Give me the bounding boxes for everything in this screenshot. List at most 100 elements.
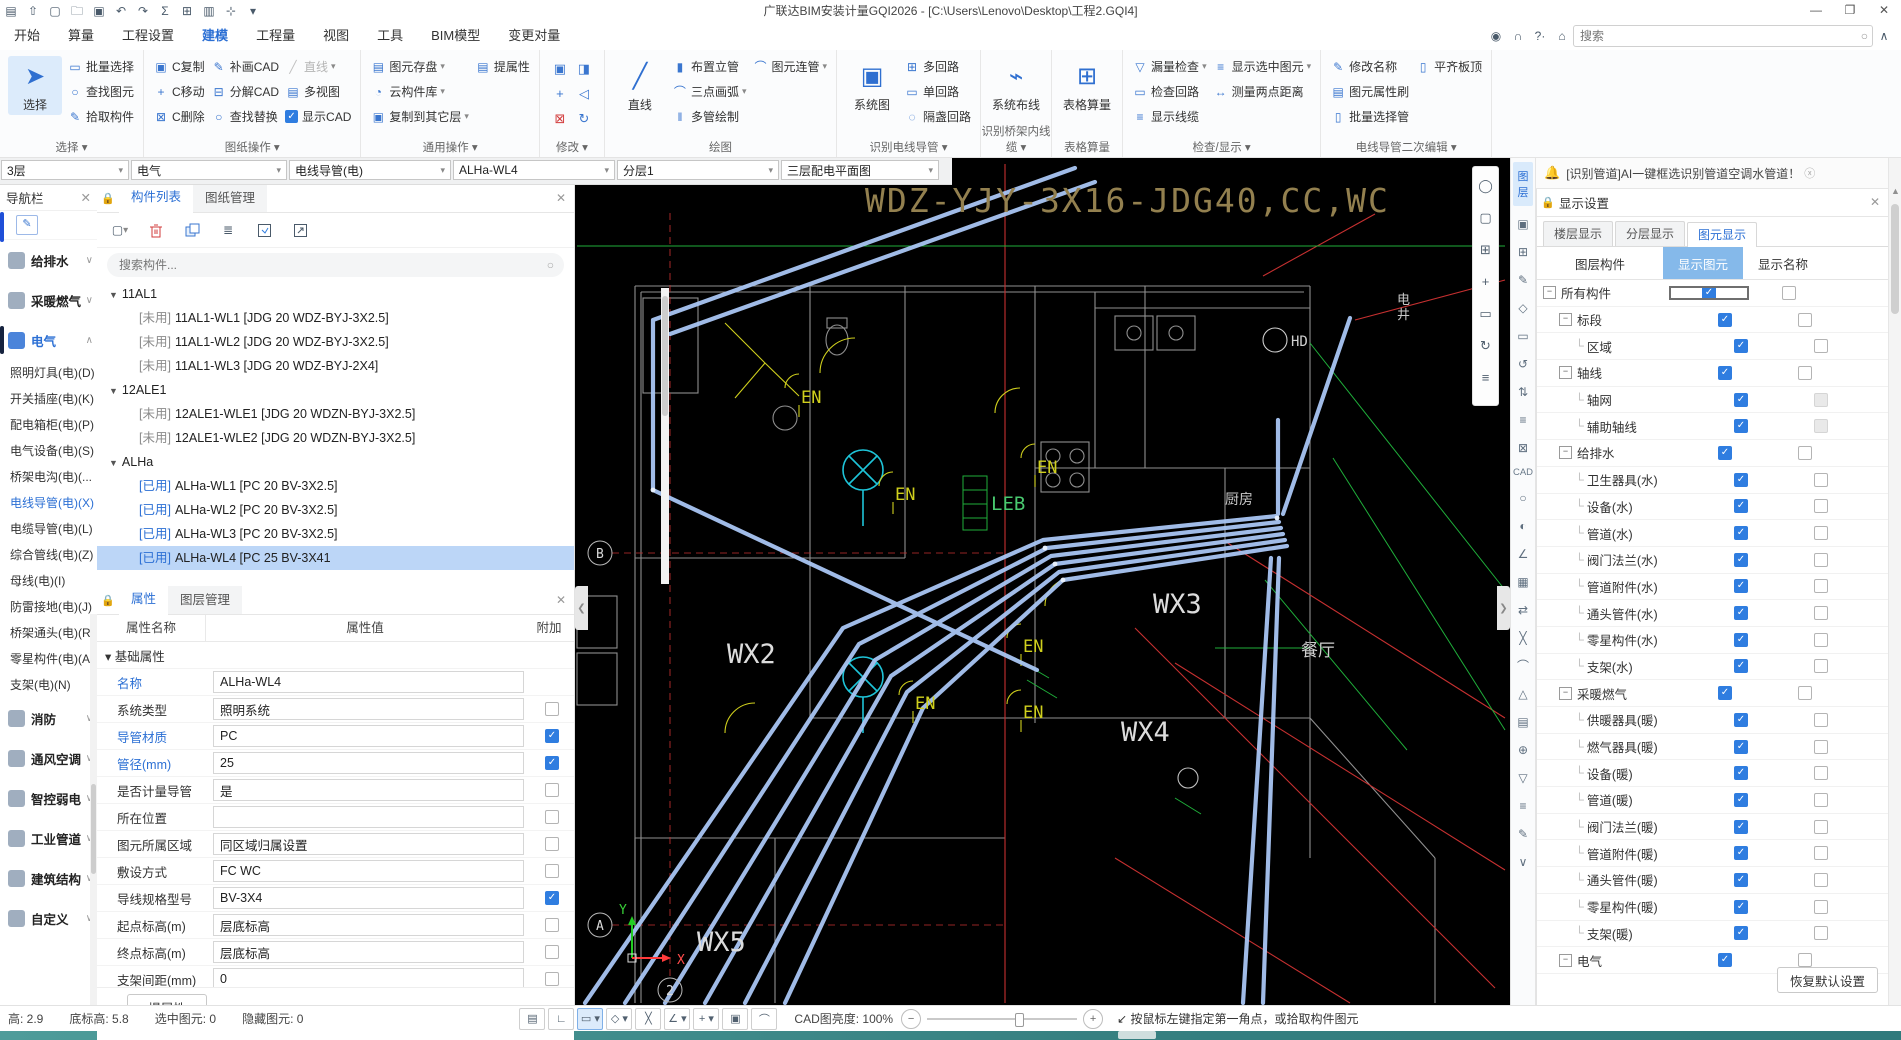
tree-item[interactable]: [已用] ALHa-WL1 [PC 20 BV-3X2.5]	[97, 474, 574, 498]
quick-tool-icon-0[interactable]: ◯	[1478, 171, 1493, 203]
tree-group-11AL1[interactable]: ▼ 11AL1	[97, 282, 574, 306]
ribbon-item-显示CAD[interactable]: ✓ 显示CAD	[285, 104, 351, 129]
tab-建模[interactable]: 建模	[188, 22, 242, 50]
show-name-checkbox[interactable]	[1814, 846, 1828, 861]
properties-close-icon[interactable]: ✕	[556, 593, 566, 607]
display-row-轴网[interactable]: └ 轴网 ✓	[1537, 387, 1888, 414]
collapse-minus-icon[interactable]: −	[1559, 446, 1572, 460]
tab-开始[interactable]: 开始	[0, 22, 54, 50]
show-element-checkbox[interactable]: ✓	[1734, 819, 1748, 834]
nav-item-防雷接地(电)(J)[interactable]: 防雷接地(电)(J)	[0, 594, 97, 620]
show-element-checkbox[interactable]: ✓	[1734, 766, 1748, 781]
display-row-区域[interactable]: └ 区域 ✓	[1537, 333, 1888, 361]
tab-BIM模型[interactable]: BIM模型	[417, 22, 494, 50]
col-show-element[interactable]: 显示图元	[1663, 247, 1743, 279]
collapse-left-panel-tab[interactable]: ❮	[575, 586, 588, 630]
nav-group-给排水[interactable]: 给排水 ∨	[0, 240, 97, 280]
brightness-plus-icon[interactable]: +	[1083, 1008, 1104, 1029]
dock-icon-bottom-7[interactable]: △	[1511, 680, 1535, 708]
show-element-checkbox[interactable]: ✓	[1734, 926, 1748, 941]
dock-icon-bottom-8[interactable]: ▤	[1511, 708, 1535, 736]
restore-default-button[interactable]: 恢复默认设置	[1776, 967, 1878, 993]
show-element-checkbox[interactable]: ✓	[1718, 686, 1732, 701]
attach-checkbox[interactable]	[545, 945, 559, 959]
ribbon-item-C复制[interactable]: ▣ C复制	[153, 54, 204, 79]
show-element-checkbox[interactable]: ✓	[1734, 392, 1748, 407]
dock-icon-top-3[interactable]: ◇	[1511, 294, 1535, 322]
ribbon-item-图元连管[interactable]: ⌒ 图元连管 ▾	[752, 54, 827, 79]
display-row-轴线[interactable]: − 轴线 ✓	[1537, 360, 1888, 387]
quick-tool-icon-2[interactable]: ⊞	[1480, 235, 1491, 267]
components-tab-构件列表[interactable]: 构件列表	[119, 183, 194, 213]
brightness-slider-knob[interactable]	[1015, 1012, 1025, 1027]
components-tab-图纸管理[interactable]: 图纸管理	[193, 184, 268, 212]
display-row-管道附件(暖)[interactable]: └ 管道附件(暖) ✓	[1537, 840, 1888, 868]
global-search-input[interactable]	[1578, 28, 1861, 44]
collapse-minus-icon[interactable]: −	[1559, 686, 1572, 700]
display-scrollbar[interactable]: ▲	[1888, 158, 1901, 1005]
brightness-slider[interactable]	[927, 1012, 1078, 1027]
user-icon[interactable]: ◉	[1486, 27, 1506, 45]
display-tab-图元显示[interactable]: 图元显示	[1687, 222, 1758, 247]
ribbon-group-label[interactable]: 表格算量	[1052, 139, 1122, 155]
dock-icon-bottom-5[interactable]: ╳	[1511, 624, 1535, 652]
sort-icon[interactable]: ≣	[215, 218, 241, 242]
context-dropdown-0[interactable]: 3层 ▾	[1, 160, 129, 180]
ribbon-item-多管绘制[interactable]: ‖ 多管绘制	[672, 104, 747, 129]
quick-tool-icon-3[interactable]: +	[1482, 267, 1490, 299]
col-show-name[interactable]: 显示名称	[1743, 247, 1823, 279]
nav-group-通风空调[interactable]: 通风空调∨	[0, 738, 97, 778]
ribbon-item-单回路[interactable]: ▭ 单回路	[904, 79, 971, 104]
display-row-设备(暖)[interactable]: └ 设备(暖) ✓	[1537, 760, 1888, 788]
dock-icon-bottom-13[interactable]: ∨	[1511, 848, 1535, 876]
context-dropdown-1[interactable]: 电气 ▾	[131, 160, 287, 180]
attach-checkbox[interactable]	[545, 918, 559, 932]
ribbon-item-云构件库[interactable]: ◔ 云构件库 ▾	[370, 79, 469, 104]
close-button[interactable]: ✕	[1867, 0, 1901, 22]
ribbon-group-label[interactable]: 识别桥架内线缆 ▾	[981, 123, 1051, 155]
expand-triangle-icon[interactable]: ▼	[109, 379, 118, 403]
tab-视图[interactable]: 视图	[309, 22, 363, 50]
tree-item[interactable]: [已用] ALHa-WL3 [PC 20 BV-3X2.5]	[97, 522, 574, 546]
show-element-checkbox[interactable]: ✓	[1734, 499, 1748, 514]
status-tool-icon-6[interactable]: + ▾	[693, 1007, 720, 1030]
show-element-checkbox[interactable]: ✓	[1734, 712, 1748, 727]
property-value-field[interactable]: BV-3X4	[213, 887, 524, 909]
show-element-checkbox[interactable]: ✓	[1734, 632, 1748, 647]
attach-checkbox[interactable]	[545, 702, 559, 716]
new-component-icon[interactable]: ▢ ▾	[107, 218, 133, 242]
property-value-field[interactable]: PC	[213, 725, 524, 747]
dock-icon-bottom-9[interactable]: ⊕	[1511, 736, 1535, 764]
attach-checkbox[interactable]	[545, 783, 559, 797]
tree-item[interactable]: [未用] 11AL1-WL2 [JDG 20 WDZ-BYJ-3X2.5]	[97, 330, 574, 354]
nav-item-电气设备(电)(S)[interactable]: 电气设备(电)(S)	[0, 438, 97, 464]
display-row-供暖器具(暖)[interactable]: └ 供暖器具(暖) ✓	[1537, 707, 1888, 734]
show-name-checkbox[interactable]	[1814, 739, 1828, 754]
tree-group-ALHa[interactable]: ▼ ALHa	[97, 450, 574, 474]
ribbon-item-漏量检查[interactable]: ▽ 漏量检查 ▾	[1132, 54, 1206, 79]
show-name-checkbox[interactable]	[1798, 686, 1812, 701]
show-name-checkbox[interactable]	[1814, 899, 1828, 914]
property-value-field[interactable]: 0	[213, 968, 524, 987]
show-name-checkbox[interactable]	[1814, 339, 1828, 354]
quick-tool-icon-6[interactable]: ≡	[1482, 363, 1490, 395]
nav-item-电缆导管(电)(L)[interactable]: 电缆导管(电)(L)	[0, 516, 97, 542]
show-element-checkbox[interactable]: ✓	[1702, 285, 1716, 300]
property-value-field[interactable]: 25	[213, 752, 524, 774]
dock-icon-top-4[interactable]: ▭	[1511, 322, 1535, 350]
dock-icon-top-2[interactable]: ✎	[1511, 266, 1535, 294]
ribbon-item-补画CAD[interactable]: ✎ 补画CAD	[211, 54, 279, 79]
nav-scrollbar[interactable]	[90, 614, 97, 1005]
display-row-阀门法兰(水)[interactable]: └ 阀门法兰(水) ✓	[1537, 547, 1888, 574]
dock-icon-bottom-10[interactable]: ▽	[1511, 764, 1535, 792]
display-row-卫生器具(水)[interactable]: └ 卫生器具(水) ✓	[1537, 467, 1888, 494]
property-group-row[interactable]: ▾ 基础属性	[97, 642, 574, 669]
nav-item-开关插座(电)(K)[interactable]: 开关插座(电)(K)	[0, 386, 97, 412]
save-component-icon[interactable]	[251, 218, 277, 242]
display-row-支架(水)[interactable]: └ 支架(水) ✓	[1537, 654, 1888, 681]
dock-icon-top-0[interactable]: ▣	[1511, 210, 1535, 238]
show-element-checkbox[interactable]: ✓	[1718, 445, 1732, 460]
show-name-checkbox[interactable]	[1814, 926, 1828, 941]
show-name-checkbox[interactable]	[1814, 499, 1828, 514]
show-element-checkbox[interactable]: ✓	[1718, 953, 1732, 968]
